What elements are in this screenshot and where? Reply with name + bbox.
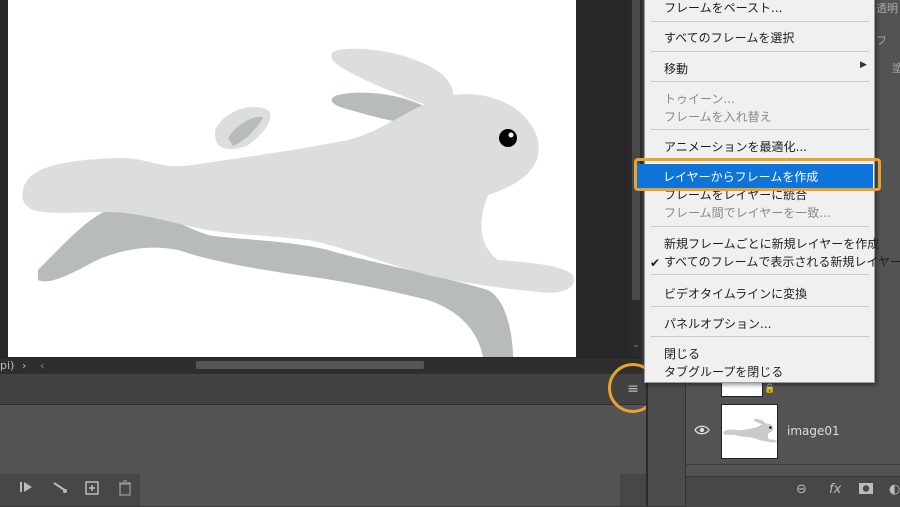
timeline-toolbar-right — [620, 474, 646, 506]
fill-label: 塗 — [892, 62, 900, 75]
submenu-arrow-icon: ▶ — [860, 60, 867, 70]
rabbit-illustration — [22, 48, 574, 357]
menu-item-paste-frames[interactable]: フレームをペースト... — [664, 0, 782, 16]
menu-item-move[interactable]: 移動 — [664, 60, 688, 77]
scroll-left-arrow[interactable]: ‹ — [40, 359, 44, 372]
menu-item-convert-video-timeline[interactable]: ビデオタイムラインに変換 — [664, 285, 807, 302]
layer-thumbnail[interactable] — [721, 404, 778, 459]
menu-item-new-layer-each-frame[interactable]: 新規フレームごとに新規レイヤーを作成 — [664, 235, 879, 252]
menu-item-panel-options[interactable]: パネルオプション... — [664, 315, 771, 332]
adjustment-icon[interactable]: ◐ — [889, 482, 900, 497]
menu-item-highlight-outline — [634, 158, 881, 191]
play-next-icon[interactable] — [16, 480, 36, 500]
scroll-down-icon[interactable]: ⌄ — [630, 340, 642, 354]
status-next-arrow[interactable]: › — [22, 359, 26, 372]
trash-icon[interactable] — [115, 480, 135, 500]
tween-icon[interactable] — [50, 480, 70, 500]
opacity-label: 透明 — [876, 2, 898, 15]
timeline-header — [0, 374, 646, 405]
document-canvas[interactable] — [8, 0, 576, 357]
lock-icon: 🔒 — [764, 384, 776, 394]
vertical-scrollbar-thumb[interactable] — [632, 0, 640, 300]
menu-item-match-layer: フレーム間でレイヤーを一致... — [664, 206, 831, 220]
menu-item-new-layers-visible[interactable]: すべてのフレームで表示される新規レイヤー — [664, 253, 900, 270]
layer-name[interactable]: image01 — [787, 424, 840, 438]
mask-icon[interactable] — [858, 482, 874, 499]
menu-item-close-tab-group[interactable]: タブグループを閉じる — [664, 363, 783, 380]
status-zoom-text: pi) — [0, 359, 15, 372]
layer-thumbnail-previous[interactable] — [721, 381, 763, 397]
menu-item-close[interactable]: 閉じる — [664, 345, 700, 362]
lock-label: フ — [876, 34, 887, 47]
horizontal-scrollbar-thumb[interactable] — [196, 361, 424, 369]
menu-item-optimize-animation[interactable]: アニメーションを最適化... — [664, 138, 807, 155]
checkmark-icon: ✔ — [650, 256, 661, 270]
eye-icon[interactable] — [694, 424, 710, 438]
link-icon[interactable]: ⊖ — [796, 482, 807, 497]
menu-item-select-all-frames[interactable]: すべてのフレームを選択 — [664, 29, 794, 46]
new-frame-icon[interactable] — [82, 480, 102, 500]
fx-icon[interactable]: fx — [829, 482, 841, 497]
menu-item-reverse-frames: フレームを入れ替え — [664, 110, 772, 124]
menu-item-tween: トゥイーン... — [664, 92, 735, 106]
panel-flyout-menu: フレームをペースト... すべてのフレームを選択 移動 トゥイーン... フレー… — [644, 0, 900, 383]
